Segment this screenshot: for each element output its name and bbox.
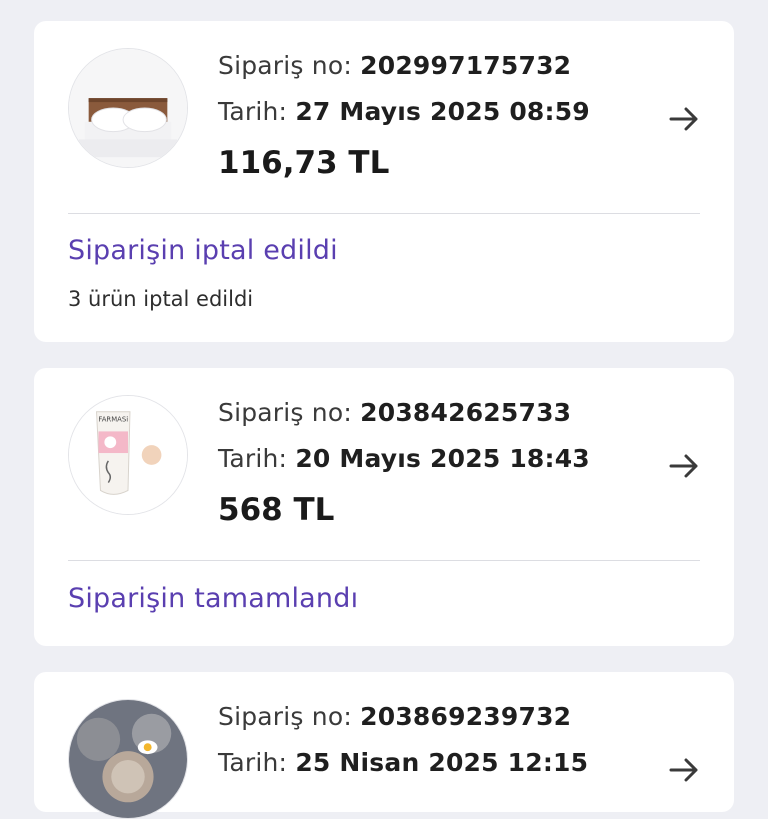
product-thumbnail: FARMASi — [68, 395, 188, 515]
order-substatus: 3 ürün iptal edildi — [68, 287, 254, 311]
order-number: Sipariş no: 203842625733 — [218, 398, 572, 427]
divider — [68, 213, 700, 214]
cream-tube-product-image: FARMASi — [69, 396, 187, 514]
order-date: Tarih: 27 Mayıs 2025 08:59 — [218, 97, 590, 126]
order-status: Siparişin tamamlandı — [68, 583, 359, 614]
product-thumbnail — [68, 48, 188, 168]
divider — [68, 560, 700, 561]
arrow-right-icon[interactable] — [666, 752, 702, 788]
product-thumbnail — [68, 699, 188, 819]
arrow-right-icon[interactable] — [666, 101, 702, 137]
arrow-right-icon[interactable] — [666, 448, 702, 484]
order-card[interactable]: FARMASi Sipariş no: 203842625733 Tarih: … — [34, 368, 734, 646]
brand-label: FARMASi — [98, 416, 128, 424]
order-card[interactable]: Sipariş no: 202997175732 Tarih: 27 Mayıs… — [34, 21, 734, 342]
order-price: 568 TL — [218, 492, 335, 528]
order-number: Sipariş no: 202997175732 — [218, 51, 572, 80]
order-date: Tarih: 25 Nisan 2025 12:15 — [218, 748, 589, 777]
order-price: 116,73 TL — [218, 145, 390, 181]
pillow-product-image — [69, 49, 187, 167]
order-number: Sipariş no: 203869239732 — [218, 702, 572, 731]
cookware-product-image — [69, 700, 187, 818]
order-card[interactable]: Sipariş no: 203869239732 Tarih: 25 Nisan… — [34, 672, 734, 819]
order-status: Siparişin iptal edildi — [68, 235, 338, 266]
order-date: Tarih: 20 Mayıs 2025 18:43 — [218, 444, 590, 473]
